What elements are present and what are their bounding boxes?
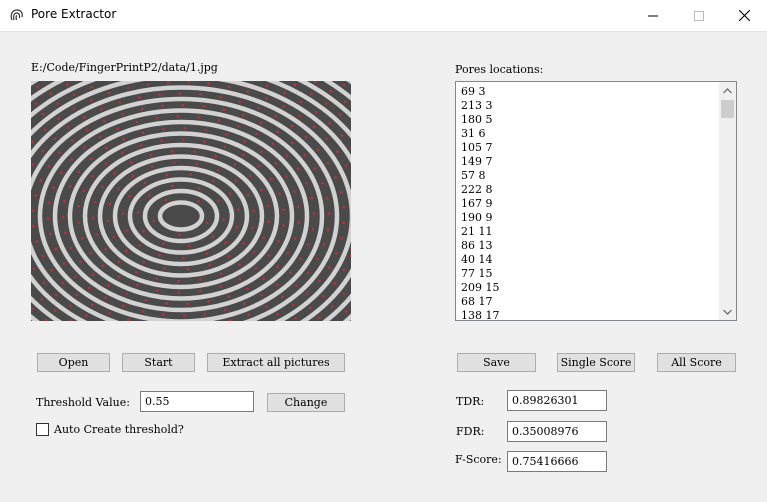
fdr-label: FDR: [456, 425, 485, 438]
scroll-down-button[interactable] [719, 303, 736, 320]
pore-list-item[interactable]: 40 14 [461, 253, 736, 267]
single-score-button[interactable]: Single Score [557, 353, 635, 372]
auto-threshold-checkbox[interactable] [36, 423, 49, 436]
image-path-label: E:/Code/FingerPrintP2/data/1.jpg [31, 61, 218, 74]
scroll-thumb[interactable] [721, 100, 734, 118]
maximize-button[interactable] [676, 0, 722, 31]
pore-list-item[interactable]: 138 17 [461, 309, 736, 320]
change-button[interactable]: Change [267, 393, 345, 412]
pore-list-item[interactable]: 222 8 [461, 183, 736, 197]
pore-list-item[interactable]: 68 17 [461, 295, 736, 309]
pore-list-item[interactable]: 213 3 [461, 99, 736, 113]
pore-list-item[interactable]: 57 8 [461, 169, 736, 183]
scroll-up-button[interactable] [719, 82, 736, 99]
save-button[interactable]: Save [457, 353, 536, 372]
window-title: Pore Extractor [31, 7, 117, 21]
threshold-input[interactable]: 0.55 [140, 391, 254, 412]
pore-list-item[interactable]: 190 9 [461, 211, 736, 225]
pore-list-item[interactable]: 31 6 [461, 127, 736, 141]
pore-list-item[interactable]: 77 15 [461, 267, 736, 281]
pore-list-item[interactable]: 180 5 [461, 113, 736, 127]
extract-all-button[interactable]: Extract all pictures [207, 353, 345, 372]
close-button[interactable] [721, 0, 767, 31]
pore-list-item[interactable]: 86 13 [461, 239, 736, 253]
fdr-value[interactable]: 0.35008976 [507, 421, 607, 442]
pore-list-item[interactable]: 149 7 [461, 155, 736, 169]
minimize-icon [648, 15, 658, 16]
pore-list-item[interactable]: 69 3 [461, 85, 736, 99]
auto-threshold-label: Auto Create threshold? [54, 423, 184, 436]
fingerprint-icon [10, 9, 23, 21]
pore-list-item[interactable]: 21 11 [461, 225, 736, 239]
minimize-button[interactable] [630, 0, 676, 31]
fscore-value[interactable]: 0.75416666 [507, 451, 607, 472]
fingerprint-image [31, 81, 351, 321]
tdr-label: TDR: [456, 395, 485, 408]
close-icon [738, 10, 750, 21]
pore-list-item[interactable]: 209 15 [461, 281, 736, 295]
pores-label: Pores locations: [455, 63, 544, 76]
open-button[interactable]: Open [37, 353, 110, 372]
pores-list[interactable]: 69 3 213 3 180 5 31 6 105 7 149 7 57 8 222 8 167… [455, 81, 737, 321]
maximize-icon [694, 10, 704, 21]
start-button[interactable]: Start [122, 353, 195, 372]
threshold-label: Threshold Value: [36, 396, 130, 409]
fscore-label: F-Score: [455, 453, 502, 466]
pore-list-item[interactable]: 105 7 [461, 141, 736, 155]
title-bar: Pore Extractor [0, 0, 767, 32]
chevron-down-icon [723, 309, 732, 315]
chevron-up-icon [723, 87, 732, 93]
pores-scrollbar[interactable] [719, 82, 736, 320]
tdr-value[interactable]: 0.89826301 [507, 390, 607, 411]
all-score-button[interactable]: All Score [657, 353, 736, 372]
pore-list-item[interactable]: 167 9 [461, 197, 736, 211]
